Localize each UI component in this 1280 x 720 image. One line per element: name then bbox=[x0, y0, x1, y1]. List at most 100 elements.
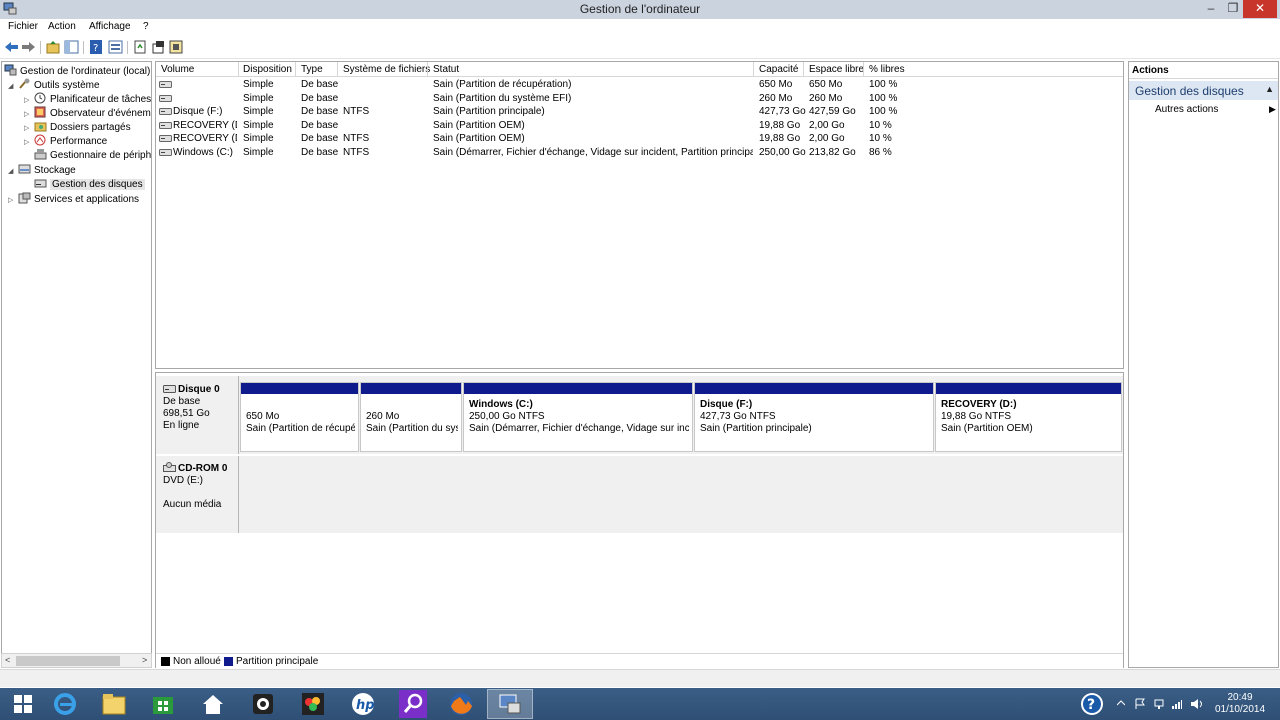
back-arrow-icon[interactable] bbox=[4, 40, 19, 54]
column-free-space[interactable]: Espace libre bbox=[809, 64, 864, 75]
table-row[interactable]: Simple De base Sain (Partition de récupé… bbox=[156, 78, 1123, 91]
scrollbar-thumb[interactable] bbox=[16, 656, 120, 666]
partition-windows-c[interactable]: Windows (C:) 250,00 Go NTFS Sain (Démarr… bbox=[463, 382, 693, 452]
help-tray-icon[interactable]: ? bbox=[1080, 692, 1104, 720]
cdrom-icon bbox=[163, 462, 176, 472]
cdrom-0-label[interactable]: CD-ROM 0 DVD (E:) Aucun média bbox=[156, 456, 239, 533]
forward-arrow-icon[interactable] bbox=[21, 40, 36, 54]
internet-explorer-icon[interactable] bbox=[42, 689, 88, 719]
help-icon[interactable]: ? bbox=[89, 40, 104, 54]
up-folder-icon[interactable] bbox=[46, 40, 61, 54]
volume-icon bbox=[159, 135, 172, 142]
computer-management-taskbar-icon[interactable] bbox=[487, 689, 533, 719]
tree-item-services-applications[interactable]: ▷ Services et applications bbox=[8, 192, 139, 206]
search-app-icon[interactable] bbox=[390, 689, 436, 719]
tree-item-device-manager[interactable]: Gestionnaire de périphériques bbox=[34, 148, 151, 162]
tree-item-system-tools[interactable]: ◢ Outils système bbox=[8, 78, 100, 92]
toolbar: ? bbox=[0, 36, 1280, 59]
windows-start-icon[interactable] bbox=[0, 689, 46, 719]
collapsed-arrow-icon[interactable]: ▷ bbox=[8, 194, 18, 207]
menu-fichier[interactable]: Fichier bbox=[8, 21, 38, 32]
legend: Non alloué Partition principale bbox=[156, 653, 1123, 668]
hp-icon[interactable]: hp bbox=[340, 689, 386, 719]
signal-icon[interactable] bbox=[1171, 698, 1183, 720]
photo-app-icon[interactable] bbox=[290, 689, 336, 719]
tree-item-computer-management[interactable]: Gestion de l'ordinateur (local) bbox=[4, 64, 150, 78]
table-row[interactable]: Windows (C:) Simple De base NTFS Sain (D… bbox=[156, 146, 1123, 159]
tree-item-performance[interactable]: ▷ Performance bbox=[24, 134, 107, 148]
volume-icon bbox=[159, 95, 172, 102]
file-explorer-icon[interactable] bbox=[91, 689, 137, 719]
tree-item-disk-management[interactable]: Gestion des disques bbox=[34, 177, 145, 191]
legend-primary-swatch bbox=[224, 657, 233, 666]
table-row[interactable]: Simple De base Sain (Partition du systèm… bbox=[156, 92, 1123, 105]
scroll-left-icon[interactable]: < bbox=[5, 655, 10, 665]
disk-management-icon bbox=[34, 177, 47, 189]
disk-0-size: 698,51 Go bbox=[163, 408, 210, 419]
store-icon[interactable] bbox=[140, 689, 186, 719]
other-actions-link[interactable]: Autres actions bbox=[1155, 104, 1218, 115]
column-filesystem[interactable]: Système de fichiers bbox=[343, 64, 430, 75]
column-percent-free[interactable]: % libres bbox=[869, 64, 905, 75]
camera-icon[interactable] bbox=[240, 689, 286, 719]
tree-item-event-viewer[interactable]: ▷Observateur d'événements bbox=[24, 106, 151, 120]
cell-free-space: 213,82 Go bbox=[809, 147, 856, 158]
properties-icon[interactable] bbox=[151, 40, 166, 54]
partition-disque-f[interactable]: Disque (F:) 427,73 Go NTFS Sain (Partiti… bbox=[694, 382, 934, 452]
network-icon[interactable] bbox=[1153, 698, 1165, 720]
console-tree: Gestion de l'ordinateur (local) ◢ Outils … bbox=[1, 61, 152, 668]
actions-group-disk-management[interactable]: Gestion des disques ▲ bbox=[1129, 81, 1278, 100]
cell-percent-free: 100 % bbox=[869, 79, 898, 90]
cell-volume: Windows (C:) bbox=[173, 147, 234, 158]
view-icon[interactable] bbox=[108, 40, 123, 54]
tree-item-label: Outils système bbox=[34, 80, 100, 91]
legend-primary-label: Partition principale bbox=[236, 656, 319, 667]
show-hide-console-tree-icon[interactable] bbox=[64, 40, 79, 54]
cdrom-0-drive: DVD (E:) bbox=[163, 475, 203, 486]
column-capacity[interactable]: Capacité bbox=[759, 64, 798, 75]
svg-text:hp: hp bbox=[356, 698, 375, 713]
expanded-arrow-icon[interactable]: ◢ bbox=[8, 165, 18, 178]
submenu-arrow-icon[interactable]: ▶ bbox=[1269, 104, 1276, 115]
partition-efi[interactable]: 260 Mo Sain (Partition du syst bbox=[360, 382, 462, 452]
cell-disposition: Simple bbox=[243, 147, 274, 158]
table-row[interactable]: RECOVERY (D:) Simple De base NTFS Sain (… bbox=[156, 132, 1123, 145]
settings-icon[interactable] bbox=[169, 40, 184, 54]
collapse-up-icon[interactable]: ▲ bbox=[1265, 84, 1274, 94]
cell-capacity: 650 Mo bbox=[759, 79, 793, 90]
tree-horizontal-scrollbar[interactable]: < > bbox=[1, 653, 152, 668]
expanded-arrow-icon[interactable]: ◢ bbox=[8, 80, 18, 93]
menu-bar: Fichier Action Affichage ? bbox=[0, 19, 1280, 36]
tree-item-task-scheduler[interactable]: ▷ Planificateur de tâches bbox=[24, 92, 151, 106]
column-disposition[interactable]: Disposition bbox=[243, 64, 292, 75]
cell-status: Sain (Démarrer, Fichier d'échange, Vidag… bbox=[433, 147, 753, 158]
cell-disposition: Simple bbox=[243, 133, 274, 144]
tree-item-storage[interactable]: ◢ Stockage bbox=[8, 163, 76, 177]
close-button[interactable]: ✕ bbox=[1243, 0, 1277, 18]
disk-0-label[interactable]: Disque 0 De base 698,51 Go En ligne bbox=[156, 376, 239, 454]
flag-icon[interactable] bbox=[1135, 698, 1147, 720]
partition-recovery-d[interactable]: RECOVERY (D:) 19,88 Go NTFS Sain (Partit… bbox=[935, 382, 1122, 452]
menu-action[interactable]: Action bbox=[48, 21, 76, 32]
volume-list-header: Volume Disposition Type Système de fichi… bbox=[156, 62, 1123, 77]
taskbar-clock[interactable]: 20:49 01/10/2014 bbox=[1210, 692, 1270, 716]
cell-volume: RECOVERY (D:) bbox=[173, 120, 237, 131]
partition-status: Sain (Partition principale) bbox=[700, 423, 812, 434]
partition-recovery[interactable]: 650 Mo Sain (Partition de récupér bbox=[240, 382, 359, 452]
collapsed-arrow-icon[interactable]: ▷ bbox=[24, 136, 34, 149]
menu-affichage[interactable]: Affichage bbox=[89, 21, 131, 32]
volume-icon[interactable] bbox=[1190, 698, 1204, 720]
legend-unallocated-label: Non alloué bbox=[173, 656, 221, 667]
column-type[interactable]: Type bbox=[301, 64, 323, 75]
scroll-right-icon[interactable]: > bbox=[142, 655, 147, 665]
table-row[interactable]: Disque (F:) Simple De base NTFS Sain (Pa… bbox=[156, 105, 1123, 118]
column-status[interactable]: Statut bbox=[433, 64, 459, 75]
home-icon[interactable] bbox=[190, 689, 236, 719]
refresh-icon[interactable] bbox=[133, 40, 148, 54]
table-row[interactable]: RECOVERY (D:) Simple De base Sain (Parti… bbox=[156, 119, 1123, 132]
firefox-icon[interactable] bbox=[438, 689, 484, 719]
menu-help[interactable]: ? bbox=[143, 21, 149, 32]
column-volume[interactable]: Volume bbox=[161, 64, 194, 75]
show-hidden-icons-icon[interactable] bbox=[1116, 699, 1126, 720]
tree-item-shared-folders[interactable]: ▷ Dossiers partagés bbox=[24, 120, 131, 134]
